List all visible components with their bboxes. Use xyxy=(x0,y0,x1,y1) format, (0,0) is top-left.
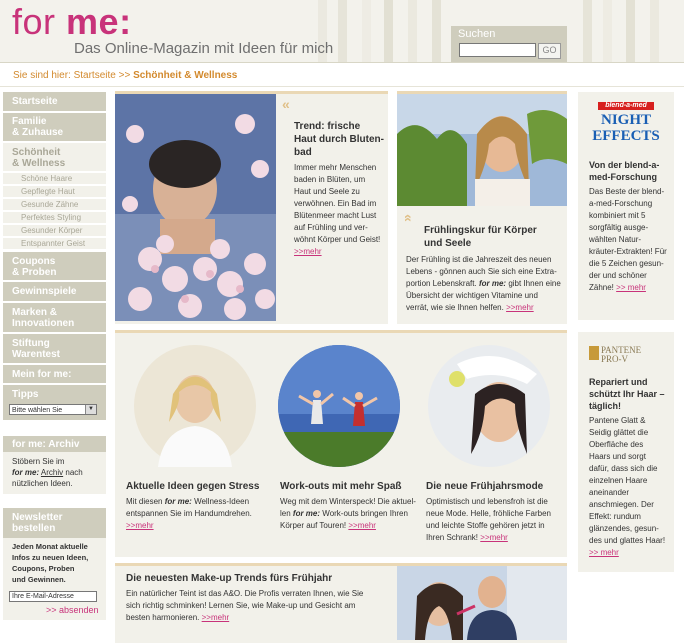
nav-sub-koerper[interactable]: Gesunder Körper xyxy=(3,224,106,236)
search-go-button[interactable]: GO xyxy=(538,43,561,59)
article-mode-title[interactable]: Die neue Frühjahrsmode xyxy=(426,480,566,493)
newsletter-heading: Newsletter bestellen xyxy=(3,508,106,538)
ad-pantene-title: Repariert und schützt Ihr Haar – täglich! xyxy=(589,377,665,411)
article-trend-more-link[interactable]: >>mehr xyxy=(294,247,322,256)
nav-sub-zaehne[interactable]: Gesunde Zähne xyxy=(3,198,106,210)
ad-pantene-more-link[interactable]: >> mehr xyxy=(589,548,619,557)
tagline: Das Online-Magazin mit Ideen für mich xyxy=(74,40,334,57)
archiv-text-3: nützlichen Ideen. xyxy=(12,479,73,488)
nav-sub-haut[interactable]: Gepflegte Haut xyxy=(3,185,106,197)
article-stress-text: Mit diesen for me: Wellness-Ideen entspan… xyxy=(126,497,252,530)
workout-circle-photo xyxy=(278,345,400,467)
logo[interactable]: for me: xyxy=(12,2,132,42)
search-label: Suchen xyxy=(458,28,496,40)
ad-blendamed-title: Von der blend-a-med-Forschung xyxy=(589,160,660,182)
article-fruehling-more-link[interactable]: >>mehr xyxy=(506,303,534,312)
pantene-logo: PANTENE PRO-V xyxy=(601,345,642,364)
header-divider xyxy=(0,62,684,63)
nav-coupons[interactable]: Coupons & Proben xyxy=(3,252,106,280)
nav-stiftung[interactable]: Stiftung Warentest xyxy=(3,334,106,363)
tipps-select[interactable]: Bitte wählen Sie ▼ xyxy=(9,404,97,415)
article-makeup-title[interactable]: Die neuesten Make-up Trends fürs Frühjah… xyxy=(126,572,396,585)
archiv-box: Stöbern Sie im for me: Archiv nach nützl… xyxy=(3,452,106,494)
ad-blendamed-more-link[interactable]: >> mehr xyxy=(616,283,646,292)
article-workouts-more-link[interactable]: >>mehr xyxy=(348,521,376,530)
night-effects-logo: NIGHT EFFECTS xyxy=(592,112,660,144)
nav-sub-geist[interactable]: Entspannter Geist xyxy=(3,237,106,249)
article-workouts-text: Weg mit dem Winterspeck! Die aktuel-len … xyxy=(280,497,416,530)
ad-pantene-text: Pantene Glatt & Seidig glättet die Oberflä… xyxy=(589,416,666,557)
article-stress-more-link[interactable]: >>mehr xyxy=(126,521,154,530)
woman-spring-photo xyxy=(397,94,567,206)
nav-gewinnspiele[interactable]: Gewinnspiele xyxy=(3,282,106,301)
article-trend-title[interactable]: Trend: frische Haut durch Bluten-bad xyxy=(294,120,386,159)
article-workouts-title[interactable]: Work-outs mit mehr Spaß xyxy=(280,480,420,493)
breadcrumb-current: Schönheit & Wellness xyxy=(133,70,238,81)
pantene-emblem-icon xyxy=(589,346,599,360)
article-makeup-text: Ein natürlicher Teint ist das A&O. Die P… xyxy=(126,589,364,622)
nav-mein-forme[interactable]: Mein for me: xyxy=(3,365,106,383)
nav-schoenheit[interactable]: Schönheit & Wellness xyxy=(3,143,106,171)
newsletter-submit-link[interactable]: >> absenden xyxy=(46,605,99,615)
archiv-link[interactable]: Archiv xyxy=(41,468,63,477)
breadcrumb-divider xyxy=(0,86,684,87)
newsletter-email-input[interactable]: Ihre E-Mail-Adresse xyxy=(9,591,97,602)
quote-icon-2: « xyxy=(400,214,417,222)
article-trend-text: Immer mehr Menschen baden in Blüten, um Ha… xyxy=(294,163,381,256)
archiv-text-1: Stöbern Sie im xyxy=(12,457,65,466)
article-mode-text: Optimistisch und lebensfroh ist die neue … xyxy=(426,497,551,542)
nav-startseite[interactable]: Startseite xyxy=(3,92,106,111)
chevron-down-icon: ▼ xyxy=(85,405,96,414)
flower-bath-photo xyxy=(115,94,276,321)
blendamed-logo: blend-a-med xyxy=(598,102,654,110)
article-makeup-more-link[interactable]: >>mehr xyxy=(202,613,230,622)
nav-marken[interactable]: Marken & Innovationen xyxy=(3,303,106,332)
search-input[interactable] xyxy=(459,43,536,57)
nav-sub-haare[interactable]: Schöne Haare xyxy=(3,172,106,184)
fashion-circle-photo xyxy=(428,345,550,467)
article-mode-more-link[interactable]: >>mehr xyxy=(480,533,508,542)
article-fruehling-title[interactable]: Frühlingskur für Körper und Seele xyxy=(424,224,564,250)
archiv-heading: for me: Archiv xyxy=(3,436,106,452)
article-fruehling-text: Der Frühling ist die Jahreszeit des neue… xyxy=(406,255,561,312)
archiv-text-2: nach xyxy=(65,468,83,477)
ad-blendamed-text: Das Beste der blend-a-med-Forschung kombi… xyxy=(589,187,667,292)
stress-circle-photo xyxy=(134,345,256,467)
breadcrumb: Sie sind hier: Startseite >> Schönheit &… xyxy=(13,70,237,81)
quote-icon: « xyxy=(282,96,290,112)
archiv-formee: for me: xyxy=(12,468,40,477)
nav-sub-styling[interactable]: Perfektes Styling xyxy=(3,211,106,223)
breadcrumb-prefix[interactable]: Sie sind hier: Startseite >> xyxy=(13,70,133,81)
article-stress-title[interactable]: Aktuelle Ideen gegen Stress xyxy=(126,480,266,493)
makeup-photo xyxy=(397,566,567,640)
nav-familie[interactable]: Familie & Zuhause xyxy=(3,113,106,141)
